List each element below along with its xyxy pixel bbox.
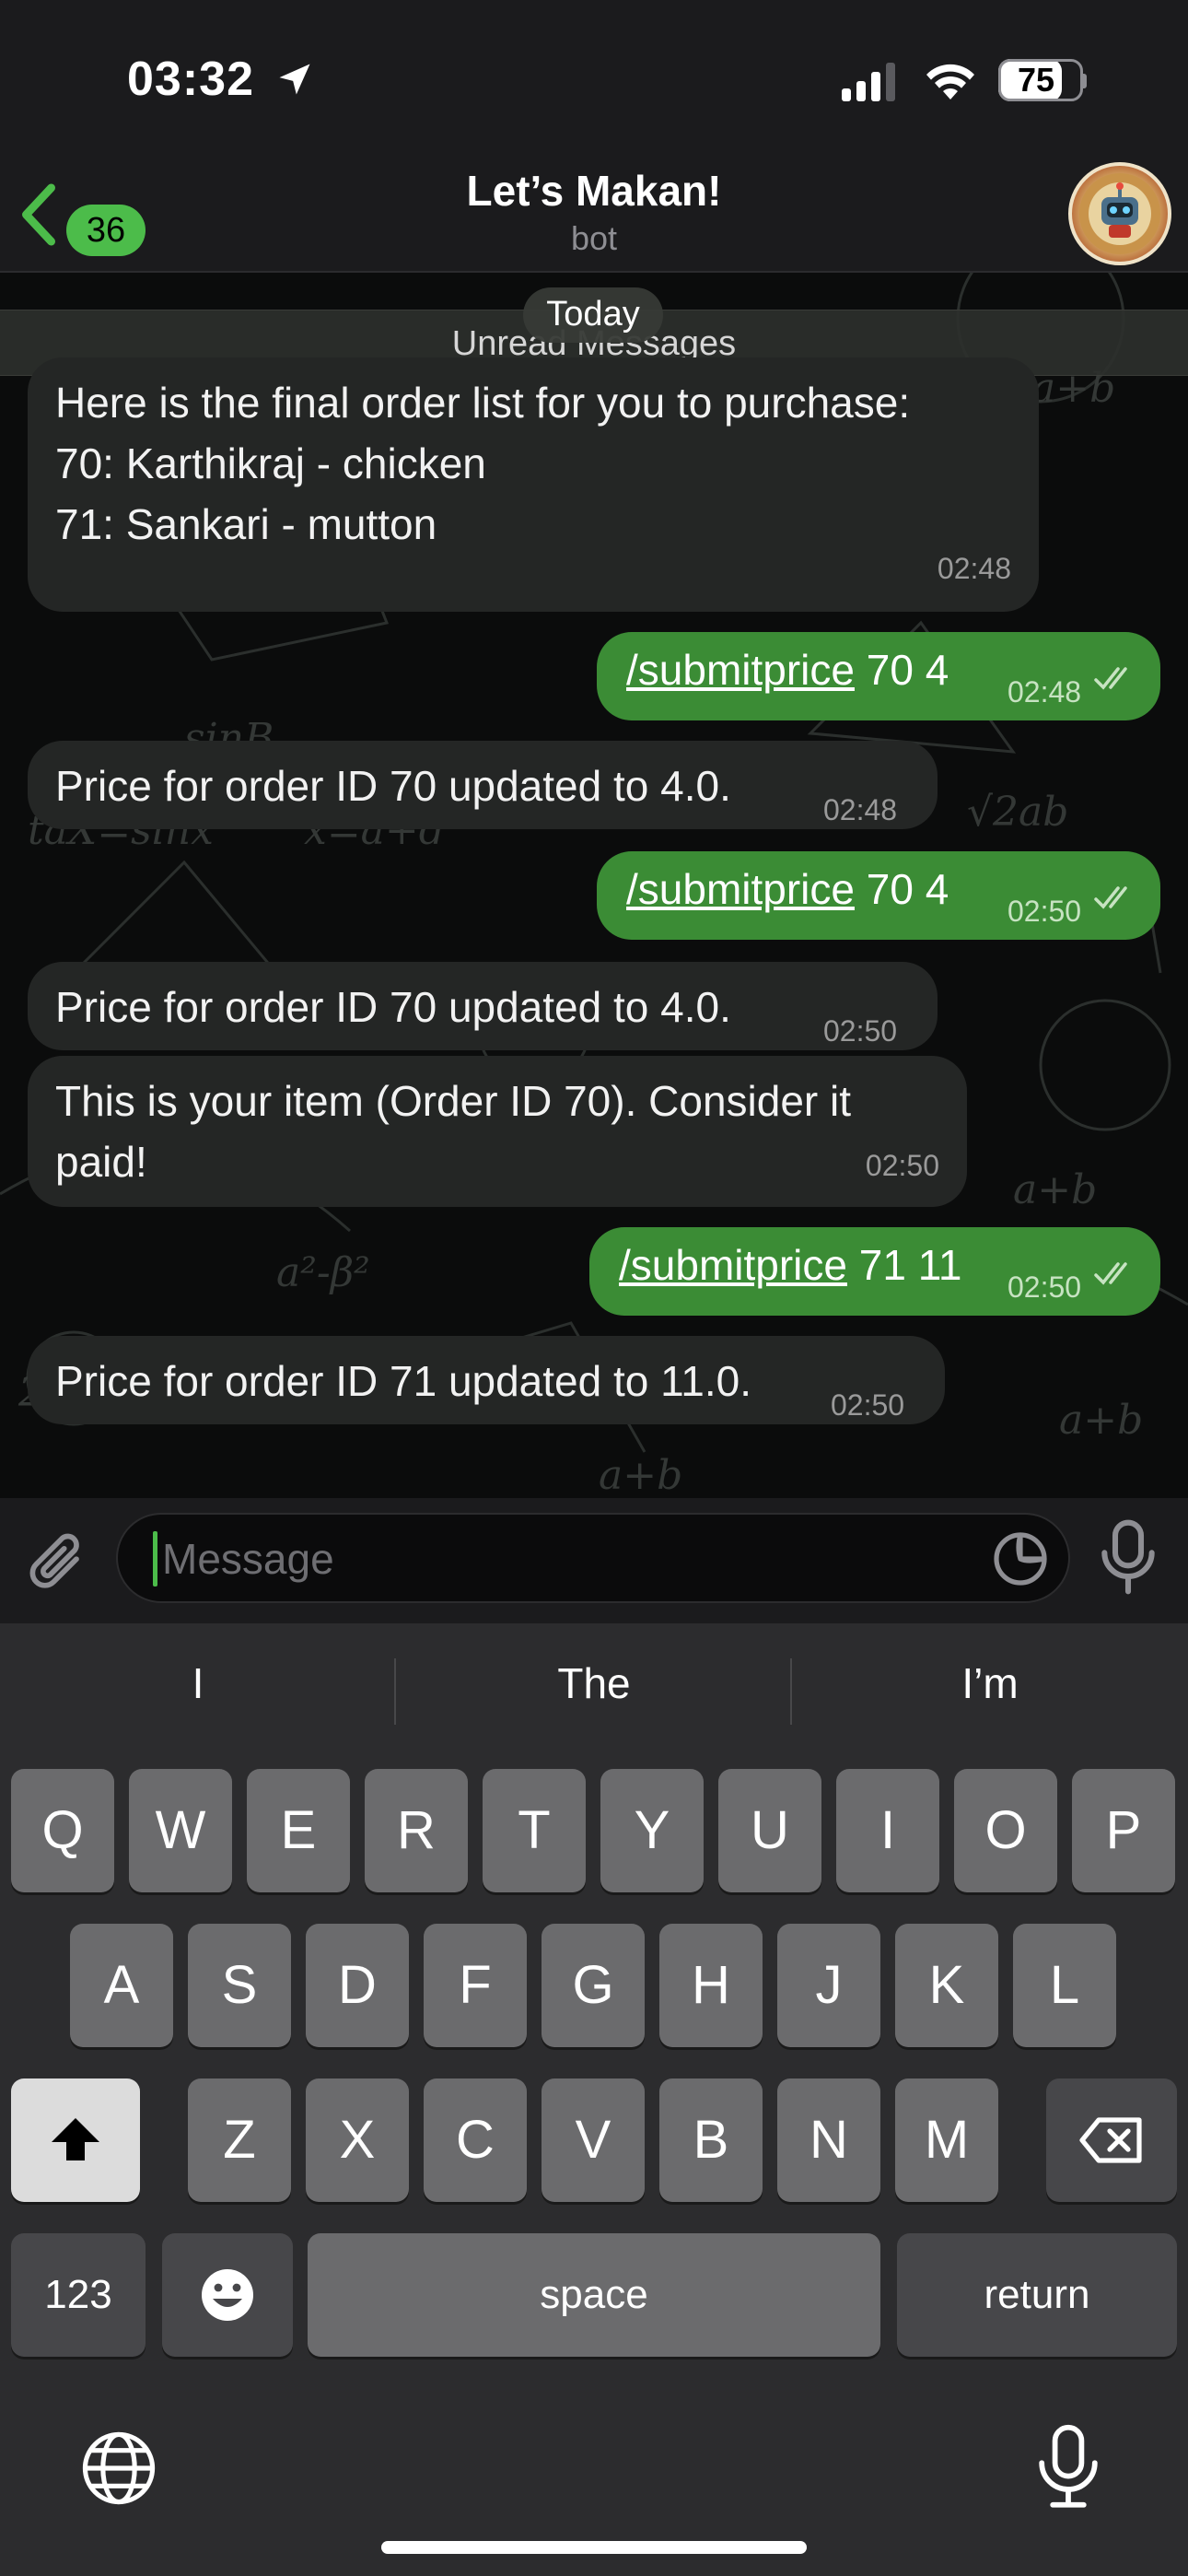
location-arrow-icon — [279, 64, 310, 95]
key-k[interactable]: K — [895, 1924, 998, 2047]
bot-avatar[interactable] — [1068, 162, 1171, 265]
chat-title[interactable]: Let’s Makan! — [0, 166, 1188, 216]
shift-icon — [52, 2118, 99, 2160]
key-m[interactable]: M — [895, 2078, 998, 2202]
return-key[interactable]: return — [897, 2233, 1177, 2357]
message-time: 02:48 — [937, 552, 1011, 585]
microphone-icon[interactable] — [1096, 1518, 1160, 1596]
key-q[interactable]: Q — [11, 1769, 114, 1892]
key-b[interactable]: B — [659, 2078, 763, 2202]
message-text: Price for order ID 70 updated to 4.0. — [55, 762, 731, 810]
message-time: 02:50 — [823, 1014, 898, 1048]
message-text: Price for order ID 71 updated to 11.0. — [55, 1357, 752, 1405]
text-cursor — [153, 1531, 157, 1587]
svg-text:a+b: a+b — [599, 1452, 682, 1498]
incoming-message[interactable]: This is your item (Order ID 70). Conside… — [28, 1056, 967, 1207]
svg-text:√2ab: √2ab — [967, 789, 1068, 836]
home-indicator[interactable] — [381, 2541, 807, 2554]
svg-text:a+b: a+b — [1059, 1397, 1143, 1444]
command-args: 70 4 — [854, 646, 949, 694]
key-d[interactable]: D — [306, 1924, 409, 2047]
double-check-icon — [1094, 1262, 1127, 1285]
message-text: Price for order ID 70 updated to 4.0. — [55, 983, 731, 1031]
message-text: This is your item (Order ID 70). Conside… — [55, 1077, 852, 1186]
key-v[interactable]: V — [542, 2078, 645, 2202]
key-r[interactable]: R — [365, 1769, 468, 1892]
dictation-microphone-icon[interactable] — [1035, 2423, 1101, 2512]
command-args: 70 4 — [854, 865, 949, 913]
battery-cap — [1081, 74, 1087, 88]
message-time: 02:50 — [865, 1149, 939, 1182]
key-y[interactable]: Y — [600, 1769, 704, 1892]
key-l[interactable]: L — [1013, 1924, 1116, 2047]
battery-percent: 75 — [1017, 61, 1055, 99]
incoming-message[interactable]: Price for order ID 71 updated to 11.0. 0… — [28, 1336, 945, 1424]
status-time: 03:32 — [127, 53, 254, 106]
globe-icon[interactable] — [79, 2429, 158, 2508]
emoji-key[interactable] — [162, 2233, 293, 2357]
shift-key[interactable] — [11, 2078, 140, 2202]
key-a[interactable]: A — [70, 1924, 173, 2047]
outgoing-message[interactable]: /submitprice 70 4 02:50 — [597, 851, 1160, 940]
key-g[interactable]: G — [542, 1924, 645, 2047]
message-placeholder: Message — [162, 1535, 334, 1583]
suggestion-3[interactable]: I’m — [792, 1658, 1188, 1708]
command-args: 71 11 — [846, 1241, 962, 1289]
paperclip-icon[interactable] — [24, 1528, 94, 1598]
key-w[interactable]: W — [129, 1769, 232, 1892]
numbers-key[interactable]: 123 — [11, 2233, 146, 2357]
wifi-icon — [926, 64, 974, 100]
svg-text:a²-β²: a²-β² — [276, 1249, 370, 1296]
date-separator: Today — [523, 287, 663, 343]
incoming-message[interactable]: Price for order ID 70 updated to 4.0. 02… — [28, 741, 938, 829]
double-check-icon — [1094, 667, 1127, 690]
battery-icon: 75 — [998, 59, 1083, 101]
emoji-icon — [202, 2269, 253, 2321]
key-h[interactable]: H — [659, 1924, 763, 2047]
key-t[interactable]: T — [483, 1769, 586, 1892]
message-time: 02:50 — [831, 1388, 905, 1422]
outgoing-message[interactable]: /submitprice 71 11 02:50 — [589, 1227, 1160, 1316]
key-s[interactable]: S — [188, 1924, 291, 2047]
incoming-message[interactable]: Price for order ID 70 updated to 4.0. 02… — [28, 962, 938, 1050]
delete-icon — [1079, 2117, 1142, 2163]
svg-text:a+b: a+b — [1013, 1166, 1097, 1213]
key-j[interactable]: J — [777, 1924, 880, 2047]
chat-subtitle: bot — [570, 219, 618, 257]
message-time: 02:48 — [823, 793, 898, 826]
space-key[interactable]: space — [308, 2233, 880, 2357]
message-text: Here is the final order list for you to … — [55, 379, 911, 548]
key-n[interactable]: N — [777, 2078, 880, 2202]
message-time: 02:50 — [1007, 1270, 1082, 1304]
key-f[interactable]: F — [424, 1924, 527, 2047]
outgoing-message[interactable]: /submitprice 70 4 02:48 — [597, 632, 1160, 720]
key-x[interactable]: X — [306, 2078, 409, 2202]
cellular-signal-icon — [842, 63, 895, 101]
key-z[interactable]: Z — [188, 2078, 291, 2202]
message-time: 02:50 — [1007, 895, 1082, 928]
message-time: 02:48 — [1007, 675, 1082, 708]
bot-command-link[interactable]: /submitprice — [626, 865, 855, 913]
bot-command-link[interactable]: /submitprice — [626, 646, 855, 694]
suggestion-1[interactable]: I — [0, 1658, 396, 1708]
key-e[interactable]: E — [247, 1769, 350, 1892]
suggestion-2[interactable]: The — [396, 1658, 792, 1708]
key-u[interactable]: U — [718, 1769, 821, 1892]
bot-command-link[interactable]: /submitprice — [619, 1241, 847, 1289]
sticker-icon[interactable] — [991, 1529, 1050, 1588]
key-c[interactable]: C — [424, 2078, 527, 2202]
double-check-icon — [1094, 886, 1127, 909]
key-o[interactable]: O — [954, 1769, 1057, 1892]
robot-avatar-icon — [1079, 173, 1160, 254]
incoming-message[interactable]: Here is the final order list for you to … — [28, 357, 1039, 612]
key-i[interactable]: I — [836, 1769, 939, 1892]
key-p[interactable]: P — [1072, 1769, 1175, 1892]
delete-key[interactable] — [1046, 2078, 1177, 2202]
